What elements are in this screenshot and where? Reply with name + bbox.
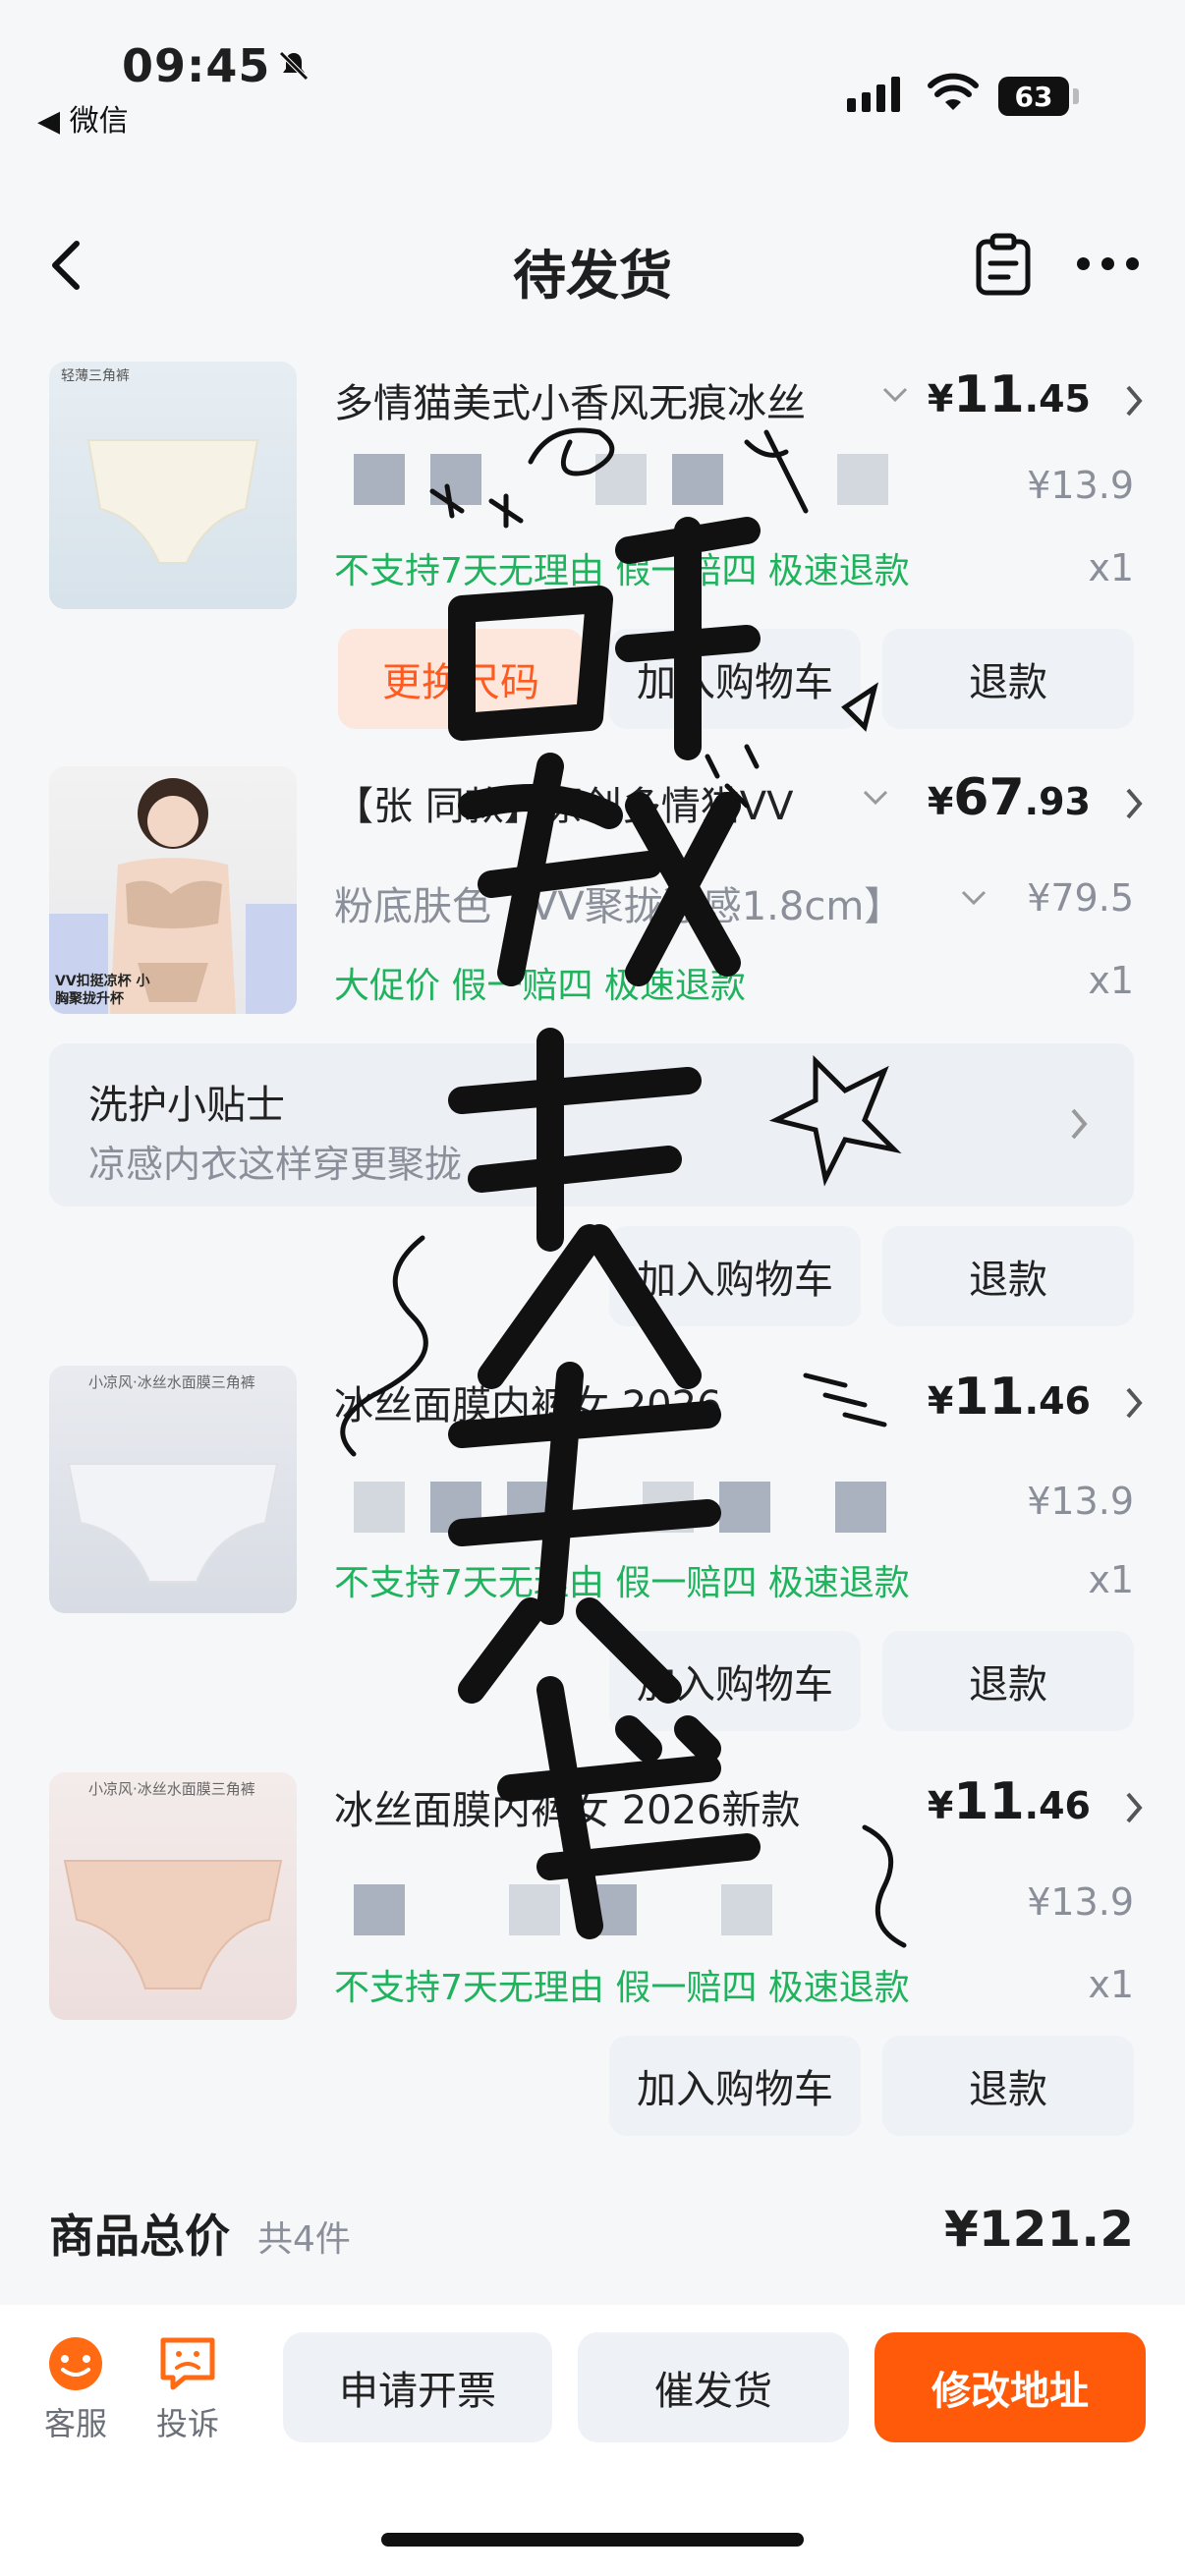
status-time: 09:45: [122, 39, 271, 92]
original-price: ¥13.9: [1027, 1880, 1134, 1924]
underwear-image: [63, 1860, 283, 1989]
original-price: ¥13.9: [1027, 1480, 1134, 1523]
order-total: 商品总价 共4件 ¥121.2: [49, 2201, 1134, 2279]
underwear-image: [86, 439, 259, 564]
request-invoice-button[interactable]: 申请开票: [283, 2332, 552, 2442]
thumb-caption: VV扣挺凉杯 小胸聚拢升杯: [55, 974, 150, 1007]
original-price: ¥79.5: [1027, 876, 1134, 920]
product-title[interactable]: 多情猫美式小香风无痕冰丝: [334, 371, 884, 428]
redacted-spec: [354, 454, 888, 505]
item-price: ¥67.93: [927, 768, 1091, 827]
care-tip-title: 洗护小贴士: [88, 1083, 285, 1128]
refund-button[interactable]: 退款: [882, 629, 1134, 729]
service-tags[interactable]: 大促价 假一赔四 极速退款: [334, 957, 746, 1008]
complaint-chat-icon: [160, 2337, 215, 2390]
mute-bell-icon: [279, 51, 309, 81]
refund-button[interactable]: 退款: [882, 1226, 1134, 1326]
chevron-right-icon[interactable]: [1122, 1788, 1146, 1827]
clipboard-icon[interactable]: [973, 232, 1034, 297]
urge-shipping-button[interactable]: 催发货: [578, 2332, 849, 2442]
chevron-down-icon[interactable]: [861, 786, 890, 810]
product-thumbnail[interactable]: 轻薄三角裤: [49, 362, 297, 609]
product-thumbnail[interactable]: 小凉风·冰丝水面膜三角裤: [49, 1772, 297, 2020]
product-title[interactable]: 冰丝面膜内裤女 2026新款: [334, 1778, 884, 1835]
order-item[interactable]: VV扣挺凉杯 小胸聚拢升杯 【张 同款】原创多情猫VV ¥67.93 粉底肤色【…: [0, 756, 1185, 1032]
order-item[interactable]: 轻薄三角裤 多情猫美式小香风无痕冰丝 ¥11.45 ¥13.9 不支持7天无理由…: [0, 354, 1185, 747]
chevron-right-icon[interactable]: [1122, 381, 1146, 420]
status-bar: 09:45 ◀ 微信 63: [0, 0, 1185, 147]
chevron-right-icon[interactable]: [1122, 784, 1146, 823]
service-tags[interactable]: 不支持7天无理由 假一赔四 极速退款: [334, 1959, 910, 2010]
more-options-icon[interactable]: [1077, 244, 1146, 283]
total-amount: ¥121.2: [944, 2201, 1134, 2258]
modify-address-button[interactable]: 修改地址: [875, 2332, 1146, 2442]
back-to-wechat[interactable]: ◀ 微信: [37, 96, 129, 140]
chevron-right-icon[interactable]: [1122, 1383, 1146, 1423]
service-label: 客服: [43, 2405, 107, 2442]
item-price: ¥11.45: [927, 365, 1091, 424]
service-tags[interactable]: 不支持7天无理由 假一赔四 极速退款: [334, 1554, 910, 1605]
battery-indicator: 63: [998, 77, 1079, 116]
product-title[interactable]: 【张 同款】原创多情猫VV: [334, 774, 845, 831]
nav-bar: 待发货: [0, 196, 1185, 334]
add-to-cart-button[interactable]: 加入购物车: [609, 2036, 861, 2136]
chevron-down-icon[interactable]: [880, 383, 910, 407]
redacted-spec: [354, 1884, 772, 1935]
cellular-signal-icon: [847, 77, 900, 112]
order-item[interactable]: 小凉风·冰丝水面膜三角裤 冰丝面膜内裤女 2026新款 ¥11.46 ¥13.9…: [0, 1761, 1185, 2173]
item-count: 共4件: [257, 2219, 351, 2260]
add-to-cart-button[interactable]: 加入购物车: [609, 629, 861, 729]
item-price: ¥11.46: [927, 1368, 1091, 1427]
refund-button[interactable]: 退款: [882, 1631, 1134, 1731]
exchange-size-button[interactable]: 更换尺码: [338, 629, 584, 729]
smiley-service-icon: [49, 2337, 102, 2390]
customer-service-button[interactable]: 客服: [31, 2334, 120, 2444]
quantity: x1: [1088, 1963, 1134, 2006]
underwear-image: [67, 1463, 279, 1583]
product-thumbnail[interactable]: VV扣挺凉杯 小胸聚拢升杯: [49, 766, 297, 1014]
item-price: ¥11.46: [927, 1772, 1091, 1831]
complaint-label: 投诉: [155, 2405, 219, 2442]
chevron-down-icon[interactable]: [959, 886, 988, 910]
care-tip-subtitle: 凉感内衣这样穿更聚拢: [88, 1143, 463, 1186]
quantity: x1: [1088, 1558, 1134, 1601]
chevron-right-icon: [1071, 1108, 1088, 1140]
product-thumbnail[interactable]: 小凉风·冰丝水面膜三角裤: [49, 1366, 297, 1613]
refund-button[interactable]: 退款: [882, 2036, 1134, 2136]
quantity: x1: [1088, 546, 1134, 589]
add-to-cart-button[interactable]: 加入购物车: [609, 1631, 861, 1731]
complaint-button[interactable]: 投诉: [143, 2334, 232, 2444]
add-to-cart-button[interactable]: 加入购物车: [609, 1226, 861, 1326]
product-title[interactable]: 冰丝面膜内裤女 2026: [334, 1373, 884, 1430]
order-item[interactable]: 小凉风·冰丝水面膜三角裤 冰丝面膜内裤女 2026 ¥11.46 ¥13.9 不…: [0, 1356, 1185, 1768]
service-tags[interactable]: 不支持7天无理由 假一赔四 极速退款: [334, 542, 910, 593]
care-tip-card[interactable]: 洗护小贴士 凉感内衣这样穿更聚拢: [49, 1043, 1134, 1206]
wifi-icon: [928, 73, 979, 110]
total-label: 商品总价: [49, 2210, 230, 2263]
original-price: ¥13.9: [1027, 464, 1134, 507]
redacted-spec: [354, 1482, 886, 1533]
home-indicator: [381, 2533, 804, 2547]
quantity: x1: [1088, 959, 1134, 1002]
product-spec[interactable]: 粉底肤色【VV聚拢凉感1.8cm】: [334, 874, 924, 931]
